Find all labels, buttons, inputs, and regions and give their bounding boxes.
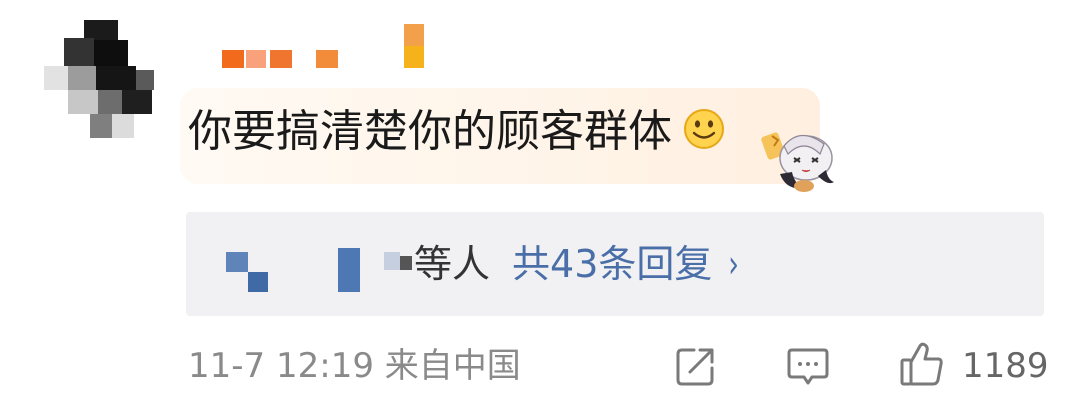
share-icon[interactable] <box>674 344 718 388</box>
reply-users-suffix: 等人 <box>414 242 491 286</box>
anime-sticker-icon <box>761 132 834 192</box>
avatar[interactable] <box>44 20 158 140</box>
username[interactable] <box>222 24 432 70</box>
replies-preview[interactable]: 等人 共43条回复 › <box>186 212 1044 316</box>
thumbs-up-icon[interactable] <box>898 340 946 388</box>
comment-icon[interactable] <box>786 344 830 388</box>
smile-emoji-icon <box>684 109 724 149</box>
like-count: 1189 <box>962 346 1049 386</box>
reply-user-names <box>226 242 416 292</box>
reply-count-link[interactable]: 共43条回复 <box>512 242 712 286</box>
chevron-right-icon: › <box>728 242 740 286</box>
timestamp-location: 11-7 12:19 来自中国 <box>188 346 521 386</box>
comment-text: 你要搞清楚你的顾客群体 <box>188 106 672 157</box>
